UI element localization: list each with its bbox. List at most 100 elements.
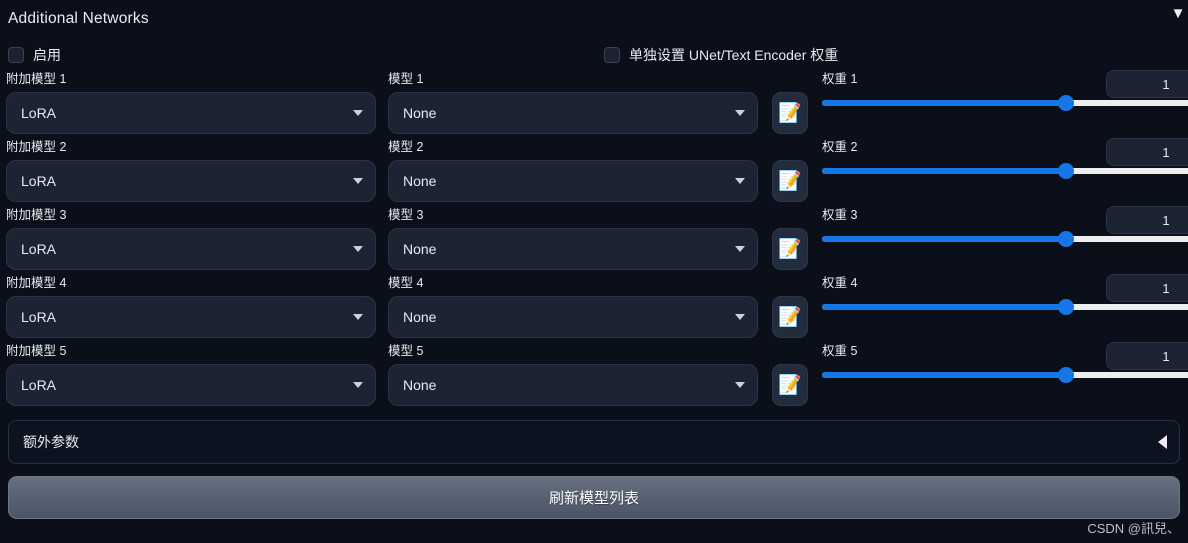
network-type-select[interactable]: LoRA — [6, 228, 376, 270]
model-value: None — [403, 377, 437, 393]
network-row: 附加模型 5 LoRA 模型 5 None 📝 权重 51 — [0, 342, 1188, 412]
weight-number-input[interactable]: 1 — [1106, 70, 1188, 98]
weight-field: 权重 51 — [822, 342, 1188, 383]
model-select[interactable]: None — [388, 364, 758, 406]
weight-slider[interactable] — [822, 299, 1188, 315]
network-type-label: 附加模型 5 — [6, 344, 67, 358]
chevron-down-icon — [353, 314, 363, 320]
network-type-select[interactable]: LoRA — [6, 364, 376, 406]
network-type-label: 附加模型 4 — [6, 276, 67, 290]
chevron-down-icon — [735, 246, 745, 252]
model-select[interactable]: None — [388, 92, 758, 134]
model-label: 模型 4 — [388, 276, 424, 290]
weight-slider-fill — [822, 168, 1066, 174]
network-type-field: 附加模型 4 LoRA — [6, 276, 376, 338]
triangle-left-icon[interactable] — [1158, 435, 1167, 449]
extra-params-accordion[interactable]: 额外参数 — [8, 420, 1180, 464]
model-value: None — [403, 173, 437, 189]
panel-header[interactable]: Additional Networks ▼ — [0, 0, 1188, 38]
model-field: 模型 4 None — [388, 276, 758, 338]
network-type-value: LoRA — [21, 105, 57, 121]
model-field: 模型 3 None — [388, 208, 758, 270]
weight-number-input[interactable]: 1 — [1106, 274, 1188, 302]
chevron-down-icon[interactable]: ▼ — [1168, 6, 1188, 22]
network-type-label: 附加模型 2 — [6, 140, 67, 154]
model-value: None — [403, 309, 437, 325]
memo-icon[interactable]: 📝 — [772, 228, 808, 270]
model-field: 模型 2 None — [388, 140, 758, 202]
weight-slider[interactable] — [822, 163, 1188, 179]
weight-number-input[interactable]: 1 — [1106, 206, 1188, 234]
memo-icon[interactable]: 📝 — [772, 296, 808, 338]
network-type-select[interactable]: LoRA — [6, 92, 376, 134]
separate-unet-te-checkbox[interactable] — [604, 47, 620, 63]
weight-slider-thumb[interactable] — [1057, 231, 1074, 247]
watermark: CSDN @訊兒、 — [1087, 521, 1180, 536]
weight-slider-fill — [822, 372, 1066, 378]
weight-slider-thumb[interactable] — [1057, 163, 1074, 179]
network-type-value: LoRA — [21, 241, 57, 257]
weight-number-input[interactable]: 1 — [1106, 138, 1188, 166]
weight-number-input[interactable]: 1 — [1106, 342, 1188, 370]
chevron-down-icon — [353, 110, 363, 116]
network-type-field: 附加模型 2 LoRA — [6, 140, 376, 202]
network-type-value: LoRA — [21, 377, 57, 393]
memo-icon[interactable]: 📝 — [772, 364, 808, 406]
chevron-down-icon — [735, 382, 745, 388]
extra-params-title: 额外参数 — [23, 434, 79, 450]
network-type-field: 附加模型 3 LoRA — [6, 208, 376, 270]
chevron-down-icon — [735, 178, 745, 184]
network-row: 附加模型 4 LoRA 模型 4 None 📝 权重 41 — [0, 274, 1188, 344]
chevron-down-icon — [353, 382, 363, 388]
network-type-select[interactable]: LoRA — [6, 160, 376, 202]
network-type-value: LoRA — [21, 309, 57, 325]
model-label: 模型 2 — [388, 140, 424, 154]
model-field: 模型 5 None — [388, 344, 758, 406]
weight-slider-thumb[interactable] — [1057, 95, 1074, 111]
chevron-down-icon — [353, 178, 363, 184]
refresh-model-list-button[interactable]: 刷新模型列表 — [8, 476, 1180, 519]
memo-icon[interactable]: 📝 — [772, 160, 808, 202]
enable-label: 启用 — [33, 47, 61, 63]
weight-slider-fill — [822, 304, 1066, 310]
page-title: Additional Networks — [8, 10, 149, 27]
weight-slider-fill — [822, 236, 1066, 242]
model-value: None — [403, 241, 437, 257]
weight-slider-fill — [822, 100, 1066, 106]
weight-slider[interactable] — [822, 95, 1188, 111]
weight-field: 权重 21 — [822, 138, 1188, 179]
model-value: None — [403, 105, 437, 121]
model-field: 模型 1 None — [388, 72, 758, 134]
enable-checkbox[interactable] — [8, 47, 24, 63]
network-row: 附加模型 2 LoRA 模型 2 None 📝 权重 21 — [0, 138, 1188, 208]
network-rows: 附加模型 1 LoRA 模型 1 None 📝 权重 1 1 附加模型 2 LoRA 模型 2 No… — [0, 70, 1188, 412]
model-label: 模型 1 — [388, 72, 424, 86]
model-label: 模型 3 — [388, 208, 424, 222]
weight-slider[interactable] — [822, 367, 1188, 383]
model-select[interactable]: None — [388, 296, 758, 338]
model-label: 模型 5 — [388, 344, 424, 358]
weight-slider-thumb[interactable] — [1057, 367, 1074, 383]
network-type-label: 附加模型 3 — [6, 208, 67, 222]
enable-checkbox-wrap[interactable]: 启用 — [8, 45, 61, 65]
weight-field: 权重 11 — [822, 70, 1188, 111]
network-row: 附加模型 3 LoRA 模型 3 None 📝 权重 31 — [0, 206, 1188, 276]
chevron-down-icon — [353, 246, 363, 252]
separate-unet-te-label: 单独设置 UNet/Text Encoder 权重 — [629, 47, 839, 63]
network-type-field: 附加模型 5 LoRA — [6, 344, 376, 406]
network-type-value: LoRA — [21, 173, 57, 189]
weight-field: 权重 31 — [822, 206, 1188, 247]
options-row: 启用 单独设置 UNet/Text Encoder 权重 — [0, 38, 1188, 72]
separate-unet-te-checkbox-wrap[interactable]: 单独设置 UNet/Text Encoder 权重 — [604, 45, 838, 65]
network-row: 附加模型 1 LoRA 模型 1 None 📝 权重 11 — [0, 70, 1188, 140]
memo-icon[interactable]: 📝 — [772, 92, 808, 134]
chevron-down-icon — [735, 110, 745, 116]
weight-slider[interactable] — [822, 231, 1188, 247]
network-type-field: 附加模型 1 LoRA — [6, 72, 376, 134]
chevron-down-icon — [735, 314, 745, 320]
network-type-select[interactable]: LoRA — [6, 296, 376, 338]
model-select[interactable]: None — [388, 160, 758, 202]
weight-slider-thumb[interactable] — [1057, 299, 1074, 315]
network-type-label: 附加模型 1 — [6, 72, 67, 86]
model-select[interactable]: None — [388, 228, 758, 270]
